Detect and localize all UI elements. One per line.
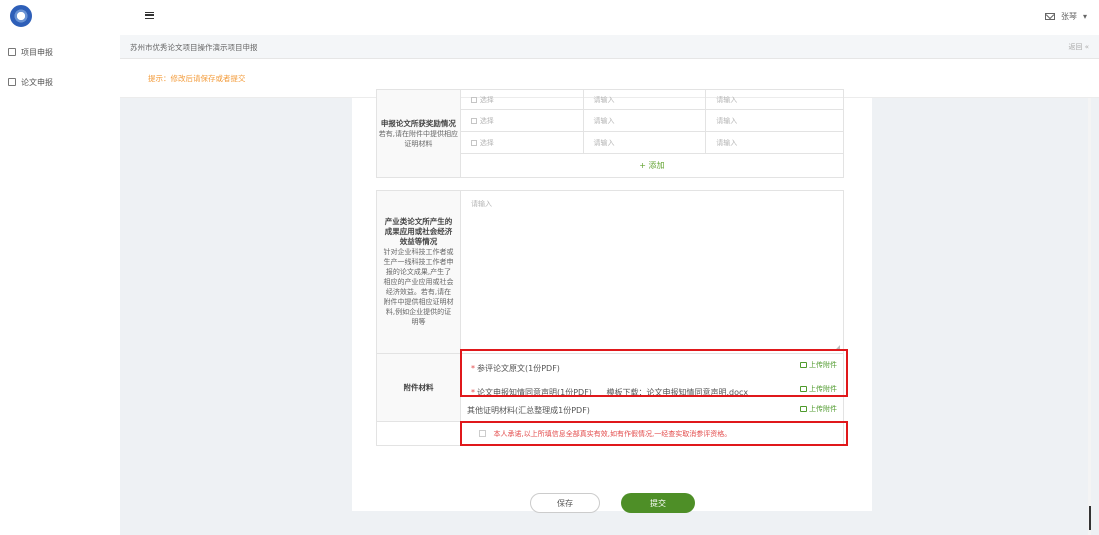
edit-icon [8, 78, 16, 86]
calendar-icon [8, 48, 16, 56]
mail-icon[interactable] [1044, 13, 1055, 20]
attachment-row-other: 其他证明材料(汇总整理成1份PDF) 上传附件 [461, 400, 843, 420]
upload-icon [800, 405, 807, 412]
menu-icon[interactable] [145, 12, 154, 19]
award-input[interactable]: 请输入 [582, 89, 707, 110]
sidebar-item-label: 项目申报 [21, 47, 53, 57]
attachment-name: 其他证明材料(汇总整理成1份PDF) [467, 405, 590, 415]
calendar-icon [470, 139, 477, 146]
submit-button[interactable]: 提交 [621, 493, 695, 513]
sidebar-item-label: 论文申报 [21, 77, 53, 87]
sidebar: 项目申报 论文申报 [0, 0, 120, 535]
award-input[interactable]: 请输入 [705, 131, 844, 154]
tip-text: 提示：修改后请保存或者提交 [148, 74, 246, 83]
award-input[interactable]: 请输入 [705, 109, 844, 132]
sidebar-item-paper-apply[interactable]: 论文申报 [8, 75, 53, 89]
chevron-down-icon[interactable]: ▾ [1083, 12, 1087, 21]
highlight-box-promise [460, 421, 848, 446]
form-card: 申报论文所获奖励情况 若有,请在附件中提供相应证明材料 选择 请输入 请输入 选… [352, 89, 872, 511]
logo [10, 5, 32, 27]
benefit-textarea[interactable]: 请输入 ◢ [460, 190, 844, 354]
user-name[interactable]: 张琴 [1061, 11, 1077, 22]
scrollbar[interactable] [1088, 98, 1091, 535]
attachments-label: 附件材料 [376, 353, 461, 422]
benefit-label: 产业类论文所产生的成果应用或社会经济效益等情况 针对企业科技工作者或生产一线科技… [376, 190, 461, 354]
add-award-button[interactable]: + 添加 [459, 153, 845, 178]
highlight-box-required-attachments [460, 349, 848, 397]
breadcrumb-bar: 苏州市优秀论文项目操作演示项目申报 返回 « [120, 35, 1099, 59]
awards-table: 申报论文所获奖励情况 若有,请在附件中提供相应证明材料 选择 请输入 请输入 选… [376, 89, 845, 178]
award-select[interactable]: 选择 [459, 109, 584, 132]
award-select[interactable]: 选择 [459, 89, 584, 110]
award-input[interactable]: 请输入 [705, 89, 844, 110]
scrollbar-thumb[interactable] [1089, 506, 1091, 530]
back-link[interactable]: 返回 « [1068, 42, 1089, 52]
award-input[interactable]: 请输入 [582, 131, 707, 154]
award-select[interactable]: 选择 [459, 131, 584, 154]
user-menu[interactable]: 张琴 ▾ [1044, 11, 1087, 22]
sidebar-item-project-apply[interactable]: 项目申报 [8, 45, 53, 59]
save-button[interactable]: 保存 [530, 493, 600, 513]
benefit-table: 产业类论文所产生的成果应用或社会经济效益等情况 针对企业科技工作者或生产一线科技… [376, 190, 844, 354]
content-area: 苏州市优秀论文项目操作演示项目申报 返回 « 提示：修改后请保存或者提交 申报论… [120, 35, 1099, 535]
top-bar: 张琴 ▾ [120, 0, 1099, 35]
award-input[interactable]: 请输入 [582, 109, 707, 132]
calendar-icon [470, 96, 477, 103]
calendar-icon [470, 117, 477, 124]
awards-label: 申报论文所获奖励情况 若有,请在附件中提供相应证明材料 [376, 89, 461, 178]
upload-button[interactable]: 上传附件 [800, 404, 837, 414]
breadcrumb: 苏州市优秀论文项目操作演示项目申报 [130, 43, 258, 52]
